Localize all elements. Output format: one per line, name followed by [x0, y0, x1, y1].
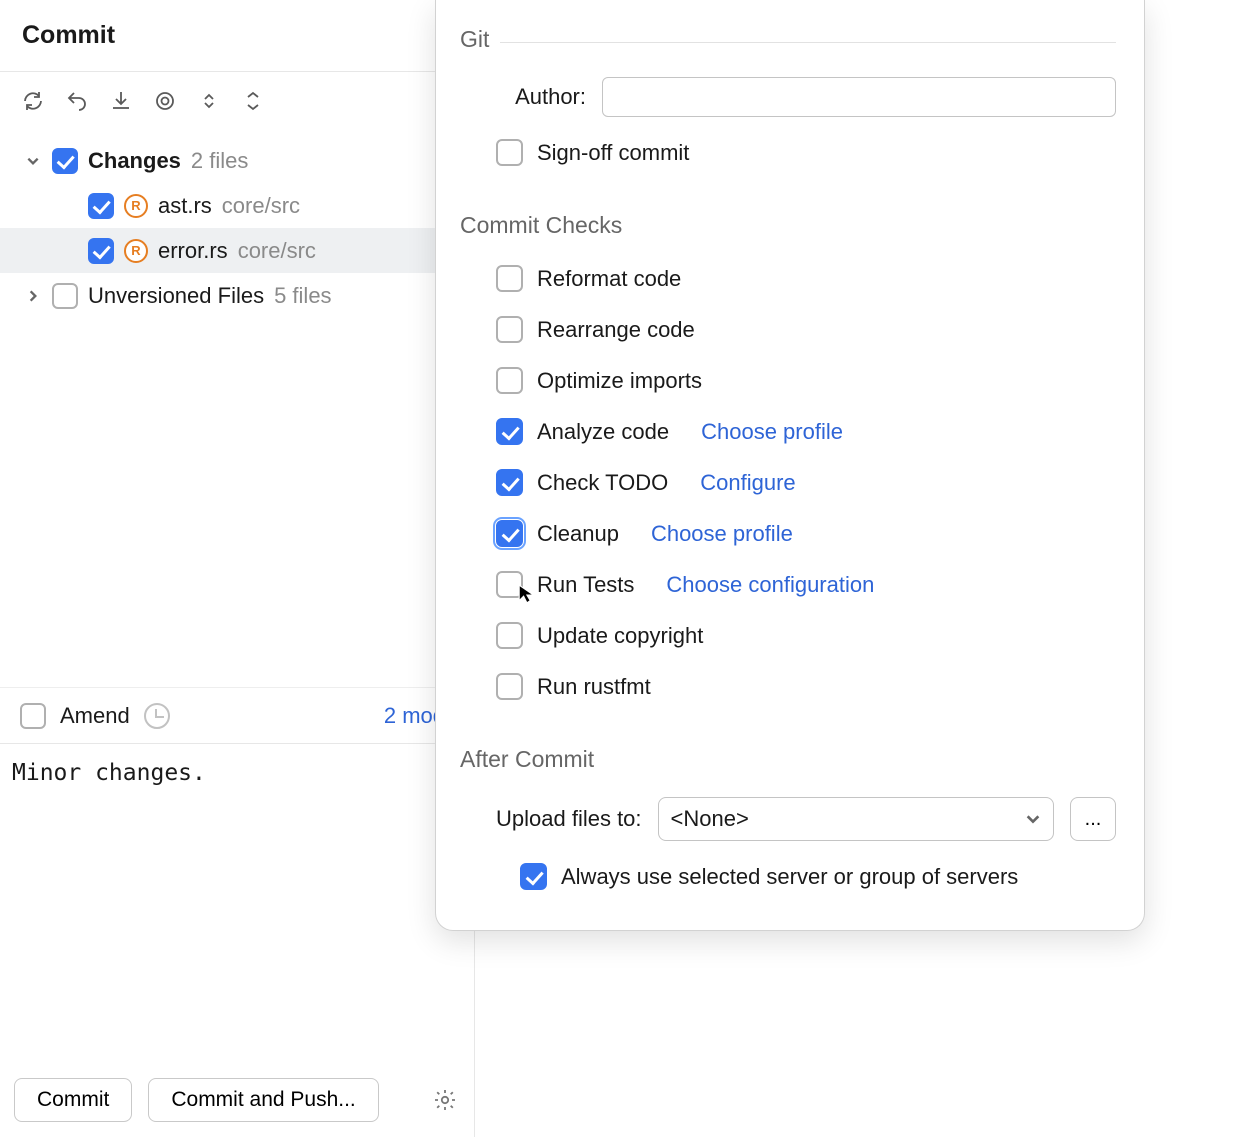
runtests-config-link[interactable]: Choose configuration	[666, 572, 874, 598]
history-icon[interactable]	[144, 703, 170, 729]
file-path: core/src	[222, 193, 300, 219]
rearrange-label: Rearrange code	[537, 317, 695, 343]
amend-checkbox[interactable]	[20, 703, 46, 729]
chevron-down-icon[interactable]	[24, 152, 42, 170]
optimize-row: Optimize imports	[460, 355, 1116, 406]
chevron-right-icon[interactable]	[24, 287, 42, 305]
cleanup-checkbox[interactable]	[496, 520, 523, 547]
commit-toolbar	[0, 72, 474, 120]
upload-browse-button[interactable]: ...	[1070, 797, 1116, 841]
always-use-row: Always use selected server or group of s…	[460, 851, 1116, 902]
runtests-row: Run Tests Choose configuration	[460, 559, 1116, 610]
runtests-checkbox[interactable]	[496, 571, 523, 598]
commit-panel: Commit Changes 2 files R ast.rs core/src…	[0, 0, 475, 1137]
copyright-label: Update copyright	[537, 623, 703, 649]
file-path: core/src	[238, 238, 316, 264]
git-section-title: Git	[460, 26, 1116, 53]
rustfmt-row: Run rustfmt	[460, 661, 1116, 712]
signoff-row: Sign-off commit	[460, 127, 1116, 178]
unversioned-count: 5 files	[274, 283, 331, 309]
unversioned-label: Unversioned Files	[88, 283, 264, 309]
signoff-label: Sign-off commit	[537, 140, 689, 166]
analyze-row: Analyze code Choose profile	[460, 406, 1116, 457]
always-use-checkbox[interactable]	[520, 863, 547, 890]
author-input[interactable]	[602, 77, 1116, 117]
upload-select[interactable]: <None>	[658, 797, 1054, 841]
group-icon[interactable]	[238, 86, 268, 116]
panel-title: Commit	[22, 21, 115, 50]
signoff-checkbox[interactable]	[496, 139, 523, 166]
rearrange-checkbox[interactable]	[496, 316, 523, 343]
rustfmt-checkbox[interactable]	[496, 673, 523, 700]
changes-checkbox[interactable]	[52, 148, 78, 174]
optimize-label: Optimize imports	[537, 368, 702, 394]
changes-count: 2 files	[191, 148, 248, 174]
bottom-bar: Commit Commit and Push...	[0, 1063, 474, 1137]
panel-header: Commit	[0, 0, 474, 72]
file-name: error.rs	[158, 238, 228, 264]
file-name: ast.rs	[158, 193, 212, 219]
analyze-checkbox[interactable]	[496, 418, 523, 445]
commit-push-button[interactable]: Commit and Push...	[148, 1078, 378, 1122]
changes-label: Changes	[88, 148, 181, 174]
changes-tree: Changes 2 files R ast.rs core/src R erro…	[0, 120, 474, 687]
upload-row: Upload files to: <None> ...	[460, 787, 1116, 851]
rust-file-icon: R	[124, 194, 148, 218]
author-row: Author:	[460, 67, 1116, 127]
todo-label: Check TODO	[537, 470, 668, 496]
runtests-label: Run Tests	[537, 572, 634, 598]
unversioned-checkbox[interactable]	[52, 283, 78, 309]
changes-node[interactable]: Changes 2 files	[0, 138, 474, 183]
rustfmt-label: Run rustfmt	[537, 674, 651, 700]
commit-options-popover: Git Author: Sign-off commit Commit Check…	[435, 0, 1145, 931]
author-label: Author:	[496, 84, 586, 110]
amend-label: Amend	[60, 703, 130, 729]
cleanup-profile-link[interactable]: Choose profile	[651, 521, 793, 547]
copyright-row: Update copyright	[460, 610, 1116, 661]
changelist-icon[interactable]	[194, 86, 224, 116]
unversioned-node[interactable]: Unversioned Files 5 files	[0, 273, 474, 318]
reformat-checkbox[interactable]	[496, 265, 523, 292]
file-row[interactable]: R error.rs core/src	[0, 228, 474, 273]
cleanup-label: Cleanup	[537, 521, 619, 547]
file-checkbox[interactable]	[88, 193, 114, 219]
upload-value: <None>	[671, 806, 749, 832]
copyright-checkbox[interactable]	[496, 622, 523, 649]
after-commit-title: After Commit	[460, 746, 1116, 773]
shelve-icon[interactable]	[106, 86, 136, 116]
rollback-icon[interactable]	[62, 86, 92, 116]
upload-label: Upload files to:	[496, 806, 642, 832]
always-use-label: Always use selected server or group of s…	[561, 864, 1018, 890]
gear-icon[interactable]	[430, 1085, 460, 1115]
commit-checks-title: Commit Checks	[460, 212, 1116, 239]
file-checkbox[interactable]	[88, 238, 114, 264]
analyze-profile-link[interactable]: Choose profile	[701, 419, 843, 445]
todo-row: Check TODO Configure	[460, 457, 1116, 508]
reformat-label: Reformat code	[537, 266, 681, 292]
reformat-row: Reformat code	[460, 253, 1116, 304]
commit-message-input[interactable]: Minor changes.	[0, 743, 474, 1063]
commit-button[interactable]: Commit	[14, 1078, 132, 1122]
rearrange-row: Rearrange code	[460, 304, 1116, 355]
amend-row: Amend 2 modif	[0, 687, 474, 743]
rust-file-icon: R	[124, 239, 148, 263]
refresh-icon[interactable]	[18, 86, 48, 116]
show-diff-icon[interactable]	[150, 86, 180, 116]
analyze-label: Analyze code	[537, 419, 669, 445]
optimize-checkbox[interactable]	[496, 367, 523, 394]
todo-configure-link[interactable]: Configure	[700, 470, 795, 496]
file-row[interactable]: R ast.rs core/src	[0, 183, 474, 228]
todo-checkbox[interactable]	[496, 469, 523, 496]
cleanup-row: Cleanup Choose profile	[460, 508, 1116, 559]
